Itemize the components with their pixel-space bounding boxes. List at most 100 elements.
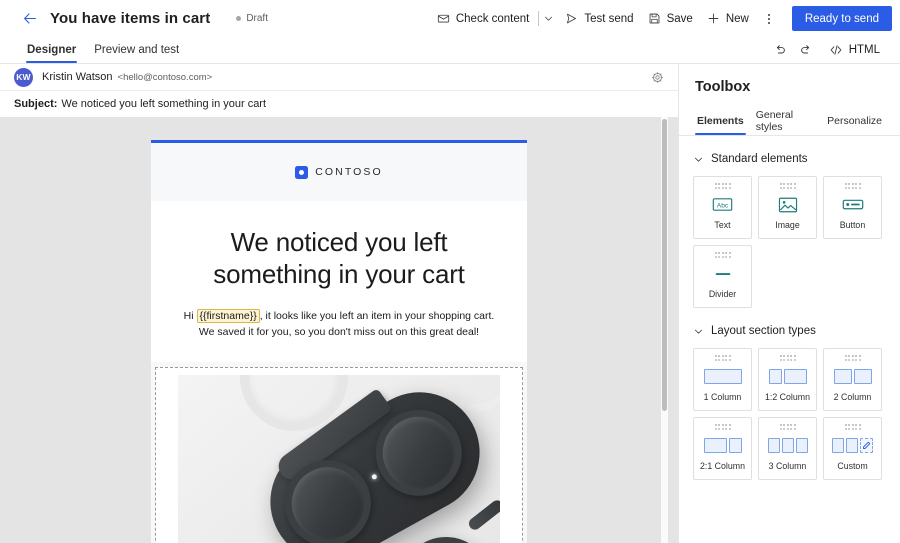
layout-card-1-column[interactable]: 1 Column	[693, 348, 752, 411]
decor-stem	[466, 498, 500, 533]
layout-card-2-column-label: 2 Column	[833, 391, 872, 402]
drag-handle-icon[interactable]	[844, 183, 861, 189]
send-icon	[565, 12, 578, 25]
undo-button[interactable]	[767, 37, 793, 63]
body-prefix: Hi	[183, 309, 197, 322]
email-headline: We noticed you left something in your ca…	[173, 227, 505, 291]
layout-1-2-column-icon	[768, 366, 807, 388]
element-card-button-label: Button	[839, 219, 866, 230]
test-send-label: Test send	[584, 12, 634, 25]
redo-button[interactable]	[793, 37, 819, 63]
layout-card-3-column-label: 3 Column	[768, 460, 807, 471]
tab-elements-label: Elements	[697, 114, 744, 127]
drag-handle-icon[interactable]	[779, 424, 796, 430]
section-layout-types-header[interactable]: Layout section types	[693, 316, 886, 346]
test-send-button[interactable]: Test send	[558, 6, 640, 32]
status-badge: Draft	[236, 13, 268, 24]
layout-card-3-column[interactable]: 3 Column	[758, 417, 817, 480]
html-view-button[interactable]: HTML	[819, 37, 886, 63]
check-content-dropdown[interactable]	[541, 6, 558, 32]
subject-label: Subject:	[14, 98, 58, 110]
back-button[interactable]	[18, 7, 42, 31]
ready-to-send-button[interactable]: Ready to send	[791, 6, 892, 31]
brand-name: CONTOSO	[315, 166, 383, 178]
svg-text:Abc: Abc	[717, 202, 729, 209]
earbud-foreground	[400, 537, 492, 543]
email-document[interactable]: CONTOSO We noticed you left something in…	[151, 140, 527, 543]
top-command-bar: You have items in cart Draft Check conte…	[0, 0, 900, 37]
text-abc-icon: Abc	[712, 194, 733, 216]
check-content-button[interactable]: Check content	[430, 6, 537, 32]
canvas-scrollbar-thumb[interactable]	[662, 119, 667, 411]
layout-card-1-2-column[interactable]: 1:2 Column	[758, 348, 817, 411]
tab-general-styles[interactable]: General styles	[750, 106, 821, 135]
drag-handle-icon[interactable]	[779, 183, 796, 189]
drag-handle-icon[interactable]	[844, 424, 861, 430]
tab-designer[interactable]: Designer	[18, 37, 85, 63]
drag-handle-icon[interactable]	[714, 355, 731, 361]
headline-line-1: We noticed you left	[230, 227, 448, 257]
plus-icon	[707, 12, 720, 25]
sender-row: KW Kristin Watson <hello@contoso.com>	[0, 64, 678, 91]
tab-personalize[interactable]: Personalize	[821, 106, 888, 135]
layout-1-column-icon	[703, 366, 742, 388]
element-card-image[interactable]: Image	[758, 176, 817, 239]
tab-personalize-label: Personalize	[827, 114, 882, 127]
element-card-button[interactable]: Button	[823, 176, 882, 239]
tab-preview-and-test[interactable]: Preview and test	[85, 37, 188, 63]
led-indicator	[370, 473, 378, 481]
subject-row[interactable]: Subject: We noticed you left something i…	[0, 91, 678, 117]
page-title: You have items in cart	[50, 10, 211, 27]
editor-pane: KW Kristin Watson <hello@contoso.com> Su…	[0, 64, 678, 543]
dot	[767, 21, 770, 24]
layout-card-custom[interactable]: Custom	[823, 417, 882, 480]
email-settings-button[interactable]	[646, 66, 668, 88]
element-card-divider[interactable]: Divider	[693, 245, 752, 308]
drag-handle-icon[interactable]	[714, 424, 731, 430]
layout-card-1-2-column-label: 1:2 Column	[765, 391, 810, 402]
chevron-down-icon	[545, 16, 553, 21]
email-logo-band[interactable]: CONTOSO	[151, 143, 527, 201]
layout-card-2-1-column[interactable]: 2:1 Column	[693, 417, 752, 480]
element-card-divider-label: Divider	[708, 288, 737, 299]
new-button[interactable]: New	[700, 6, 756, 32]
section-layout-types-title: Layout section types	[711, 325, 816, 337]
contoso-logo-icon	[295, 165, 309, 179]
layout-types-grid: 1 Column 1:2 Column 2 Column 2:1 Column …	[693, 348, 886, 480]
email-designer-app: You have items in cart Draft Check conte…	[0, 0, 900, 543]
drag-handle-icon[interactable]	[714, 252, 731, 258]
headline-line-2: something in your cart	[213, 258, 465, 289]
layout-2-1-column-icon	[703, 435, 742, 457]
canvas-scrollbar[interactable]	[661, 117, 668, 543]
divider-icon	[712, 263, 734, 285]
personalization-token[interactable]: {{firstname}}	[196, 308, 260, 323]
undo-icon	[776, 45, 785, 54]
button-icon	[842, 194, 864, 216]
body-suffix: , it looks like you left an item in your…	[259, 309, 495, 322]
section-standard-elements-title: Standard elements	[711, 153, 808, 165]
status-dot-icon	[236, 16, 242, 21]
body-line-2: We saved it for you, so you don't miss o…	[198, 326, 480, 339]
section-standard-elements-header[interactable]: Standard elements	[693, 144, 886, 174]
more-options-button[interactable]	[758, 6, 780, 32]
layout-card-2-column[interactable]: 2 Column	[823, 348, 882, 411]
drag-handle-icon[interactable]	[779, 355, 796, 361]
product-image[interactable]	[178, 375, 500, 543]
element-card-text[interactable]: Abc Text	[693, 176, 752, 239]
drag-handle-icon[interactable]	[844, 355, 861, 361]
save-disk-icon	[648, 12, 661, 25]
drag-handle-icon[interactable]	[714, 183, 731, 189]
email-body-text[interactable]: Hi {{firstname}}, it looks like you left…	[173, 308, 505, 341]
layout-card-2-1-column-label: 2:1 Column	[700, 460, 745, 471]
tab-designer-label: Designer	[27, 44, 77, 56]
layout-card-custom-label: Custom	[837, 460, 868, 471]
tab-elements[interactable]: Elements	[691, 106, 750, 135]
email-canvas[interactable]: CONTOSO We noticed you left something in…	[0, 117, 678, 543]
gear-icon	[651, 71, 663, 83]
save-button[interactable]: Save	[641, 6, 700, 32]
main-area: KW Kristin Watson <hello@contoso.com> Su…	[0, 64, 900, 543]
email-hero-section[interactable]: We noticed you left something in your ca…	[151, 201, 527, 363]
layout-custom-icon	[832, 435, 873, 457]
email-image-section[interactable]	[155, 367, 523, 543]
